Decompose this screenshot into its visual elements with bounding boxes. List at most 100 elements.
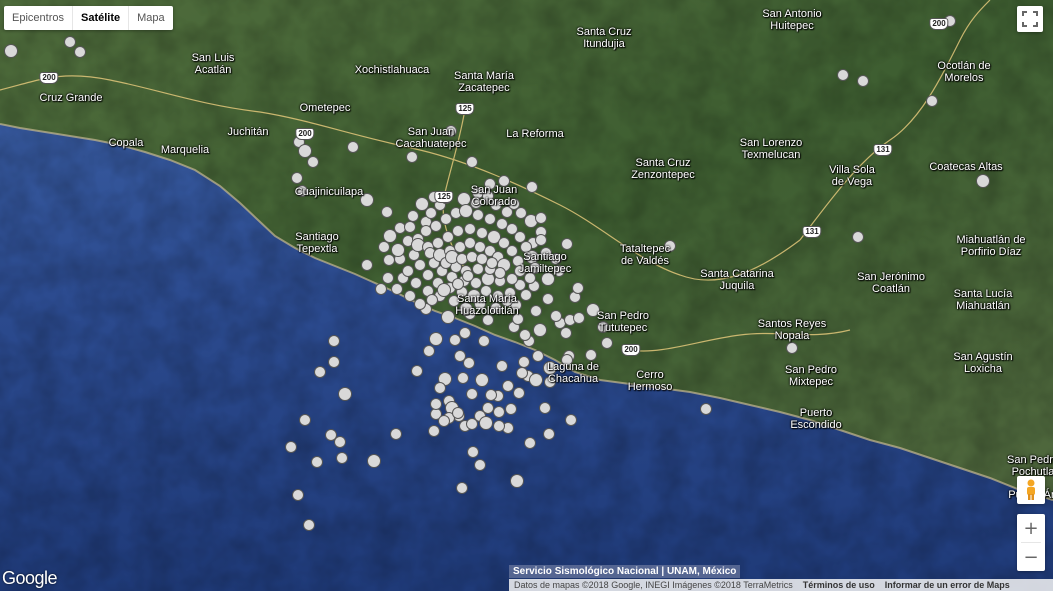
google-logo[interactable]: Google: [2, 568, 58, 589]
epicenter-marker[interactable]: [585, 349, 597, 361]
epicenter-marker[interactable]: [311, 456, 323, 468]
epicenter-marker[interactable]: [454, 350, 466, 362]
epicenter-marker[interactable]: [391, 243, 405, 257]
epicenter-marker[interactable]: [314, 366, 326, 378]
epicenter-marker[interactable]: [496, 218, 508, 230]
epicenter-marker[interactable]: [542, 293, 554, 305]
epicenter-marker[interactable]: [472, 209, 484, 221]
epicenter-marker[interactable]: [422, 269, 434, 281]
epicenter-marker[interactable]: [464, 237, 476, 249]
epicenter-marker[interactable]: [299, 414, 311, 426]
epicenter-marker[interactable]: [432, 237, 444, 249]
epicenter-marker[interactable]: [454, 241, 466, 253]
epicenter-marker[interactable]: [426, 294, 438, 306]
epicenter-marker[interactable]: [476, 227, 488, 239]
epicenter-marker[interactable]: [515, 207, 527, 219]
epicenter-marker[interactable]: [64, 36, 76, 48]
epicenter-marker[interactable]: [404, 290, 416, 302]
epicenter-marker[interactable]: [837, 69, 849, 81]
epicenter-marker[interactable]: [513, 387, 525, 399]
epicenter-marker[interactable]: [430, 398, 442, 410]
epicenter-marker[interactable]: [550, 310, 562, 322]
epicenter-marker[interactable]: [601, 337, 613, 349]
epicenter-marker[interactable]: [347, 141, 359, 153]
epicenter-marker[interactable]: [459, 327, 471, 339]
epicenter-marker[interactable]: [325, 429, 337, 441]
epicenter-marker[interactable]: [449, 334, 461, 346]
epicenter-marker[interactable]: [475, 373, 489, 387]
epicenter-marker[interactable]: [466, 418, 478, 430]
epicenter-marker[interactable]: [415, 197, 429, 211]
epicenter-marker[interactable]: [383, 229, 397, 243]
epicenter-marker[interactable]: [484, 213, 496, 225]
epicenter-marker[interactable]: [334, 436, 346, 448]
epicenter-marker[interactable]: [493, 406, 505, 418]
epicenter-marker[interactable]: [452, 278, 464, 290]
epicenter-marker[interactable]: [535, 212, 547, 224]
epicenter-marker[interactable]: [361, 259, 373, 271]
epicenter-marker[interactable]: [390, 428, 402, 440]
epicenter-marker[interactable]: [543, 428, 555, 440]
epicenter-marker[interactable]: [502, 380, 514, 392]
epicenter-marker[interactable]: [493, 420, 505, 432]
epicenter-marker[interactable]: [485, 389, 497, 401]
satellite-map[interactable]: [0, 0, 1053, 591]
street-view-button[interactable]: [1017, 476, 1045, 504]
epicenter-marker[interactable]: [438, 415, 450, 427]
epicenter-marker[interactable]: [786, 342, 798, 354]
epicenter-marker[interactable]: [406, 151, 418, 163]
epicenter-marker[interactable]: [378, 241, 390, 253]
epicenter-marker[interactable]: [478, 335, 490, 347]
epicenter-marker[interactable]: [520, 289, 532, 301]
epicenter-marker[interactable]: [462, 270, 474, 282]
epicenter-marker[interactable]: [452, 225, 464, 237]
epicenter-marker[interactable]: [457, 192, 471, 206]
epicenter-marker[interactable]: [381, 206, 393, 218]
epicenter-marker[interactable]: [452, 407, 464, 419]
epicenter-marker[interactable]: [565, 414, 577, 426]
epicenter-marker[interactable]: [466, 156, 478, 168]
epicenter-marker[interactable]: [467, 446, 479, 458]
epicenter-marker[interactable]: [456, 253, 468, 265]
epicenter-marker[interactable]: [466, 251, 478, 263]
epicenter-marker[interactable]: [472, 263, 484, 275]
epicenter-marker[interactable]: [505, 403, 517, 415]
epicenter-marker[interactable]: [411, 365, 423, 377]
epicenter-marker[interactable]: [561, 238, 573, 250]
zoom-out-button[interactable]: −: [1017, 543, 1045, 571]
epicenter-marker[interactable]: [375, 283, 387, 295]
epicenter-marker[interactable]: [560, 327, 572, 339]
epicenter-marker[interactable]: [926, 95, 938, 107]
epicenter-marker[interactable]: [474, 459, 486, 471]
epicenter-marker[interactable]: [476, 253, 488, 265]
epicenter-marker[interactable]: [442, 231, 454, 243]
epicenter-marker[interactable]: [292, 489, 304, 501]
epicenter-marker[interactable]: [338, 387, 352, 401]
report-error-link[interactable]: Informar de un error de Maps: [880, 579, 1015, 591]
epicenter-marker[interactable]: [383, 254, 395, 266]
epicenter-marker[interactable]: [526, 181, 538, 193]
epicenter-marker[interactable]: [516, 367, 528, 379]
epicenter-marker[interactable]: [441, 310, 455, 324]
epicenter-marker[interactable]: [298, 144, 312, 158]
epicenter-marker[interactable]: [572, 282, 584, 294]
epicenter-marker[interactable]: [394, 222, 406, 234]
epicenter-marker[interactable]: [457, 372, 469, 384]
epicenter-marker[interactable]: [414, 298, 426, 310]
epicenter-marker[interactable]: [410, 277, 422, 289]
epicenter-marker[interactable]: [423, 345, 435, 357]
satelite-button[interactable]: Satélite: [73, 6, 130, 30]
epicenter-marker[interactable]: [391, 283, 403, 295]
epicenter-marker[interactable]: [303, 519, 315, 531]
epicenter-marker[interactable]: [700, 403, 712, 415]
epicenter-marker[interactable]: [414, 259, 426, 271]
epicenter-marker[interactable]: [4, 44, 18, 58]
zoom-in-button[interactable]: +: [1017, 514, 1045, 542]
epicenter-marker[interactable]: [530, 305, 542, 317]
epicenter-marker[interactable]: [533, 323, 547, 337]
epicenter-marker[interactable]: [407, 210, 419, 222]
epicenter-marker[interactable]: [285, 441, 297, 453]
epicenter-marker[interactable]: [518, 356, 530, 368]
epicenter-marker[interactable]: [74, 46, 86, 58]
epicenter-marker[interactable]: [420, 225, 432, 237]
